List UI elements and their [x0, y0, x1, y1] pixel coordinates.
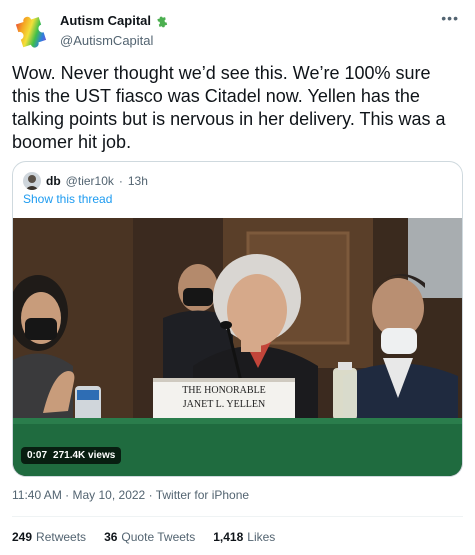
- quotes-label: Quote Tweets: [121, 530, 196, 544]
- tweet-meta: 11:40 AM · May 10, 2022 · Twitter for iP…: [12, 488, 249, 502]
- author-avatar[interactable]: [10, 8, 52, 50]
- quoted-author-avatar: [23, 172, 41, 190]
- author-name-text: Autism Capital: [60, 13, 152, 28]
- quotes-count: 36: [104, 530, 118, 544]
- more-options-icon[interactable]: •••: [441, 10, 459, 26]
- tweet-text: Wow. Never thought we’d see this. We’re …: [12, 63, 446, 152]
- quoted-tweet[interactable]: db @tier10k · 13h Show this thread THE H…: [12, 161, 463, 477]
- quoted-timestamp[interactable]: 13h: [128, 174, 148, 188]
- nameplate: THE HONORABLE JANET L. YELLEN: [153, 384, 295, 412]
- engagement-stats: 249 Retweets 36 Quote Tweets 1,418 Likes: [12, 530, 275, 544]
- video-thumbnail: [13, 218, 462, 476]
- meta-separator-1: ·: [65, 488, 70, 502]
- tweet-source[interactable]: Twitter for iPhone: [156, 488, 249, 502]
- show-thread-link[interactable]: Show this thread: [23, 192, 112, 206]
- video-duration: 0:07: [27, 450, 48, 461]
- author-display-name[interactable]: Autism Capital: [60, 13, 169, 28]
- tweet-time[interactable]: 11:40 AM: [12, 488, 62, 502]
- divider: [12, 516, 463, 517]
- author-handle[interactable]: @AutismCapital: [60, 33, 169, 48]
- quoted-tweet-header: db @tier10k · 13h: [23, 172, 148, 190]
- retweets-stat[interactable]: 249 Retweets: [12, 530, 86, 544]
- retweets-label: Retweets: [36, 530, 87, 544]
- video-player[interactable]: THE HONORABLE JANET L. YELLEN 0:07 271.4…: [13, 218, 462, 476]
- puzzle-piece-icon: [15, 16, 47, 48]
- nameplate-line-1: THE HONORABLE: [182, 385, 266, 396]
- likes-count: 1,418: [213, 530, 244, 544]
- quoted-separator: ·: [118, 174, 123, 188]
- video-views: 271.4K views: [53, 450, 116, 461]
- meta-separator-2: ·: [148, 488, 153, 502]
- likes-stat[interactable]: 1,418 Likes: [213, 530, 275, 544]
- retweets-count: 249: [12, 530, 33, 544]
- green-puzzle-badge-icon: [157, 16, 168, 27]
- tweet-date[interactable]: May 10, 2022: [73, 488, 146, 502]
- author-block[interactable]: Autism Capital @AutismCapital: [60, 12, 169, 48]
- nameplate-line-2: JANET L. YELLEN: [182, 399, 266, 410]
- quote-tweets-stat[interactable]: 36 Quote Tweets: [104, 530, 195, 544]
- quoted-author-name: db: [46, 174, 61, 188]
- video-stats-badge: 0:07 271.4K views: [21, 447, 122, 464]
- quoted-author-handle: @tier10k: [65, 174, 114, 188]
- likes-label: Likes: [247, 530, 276, 544]
